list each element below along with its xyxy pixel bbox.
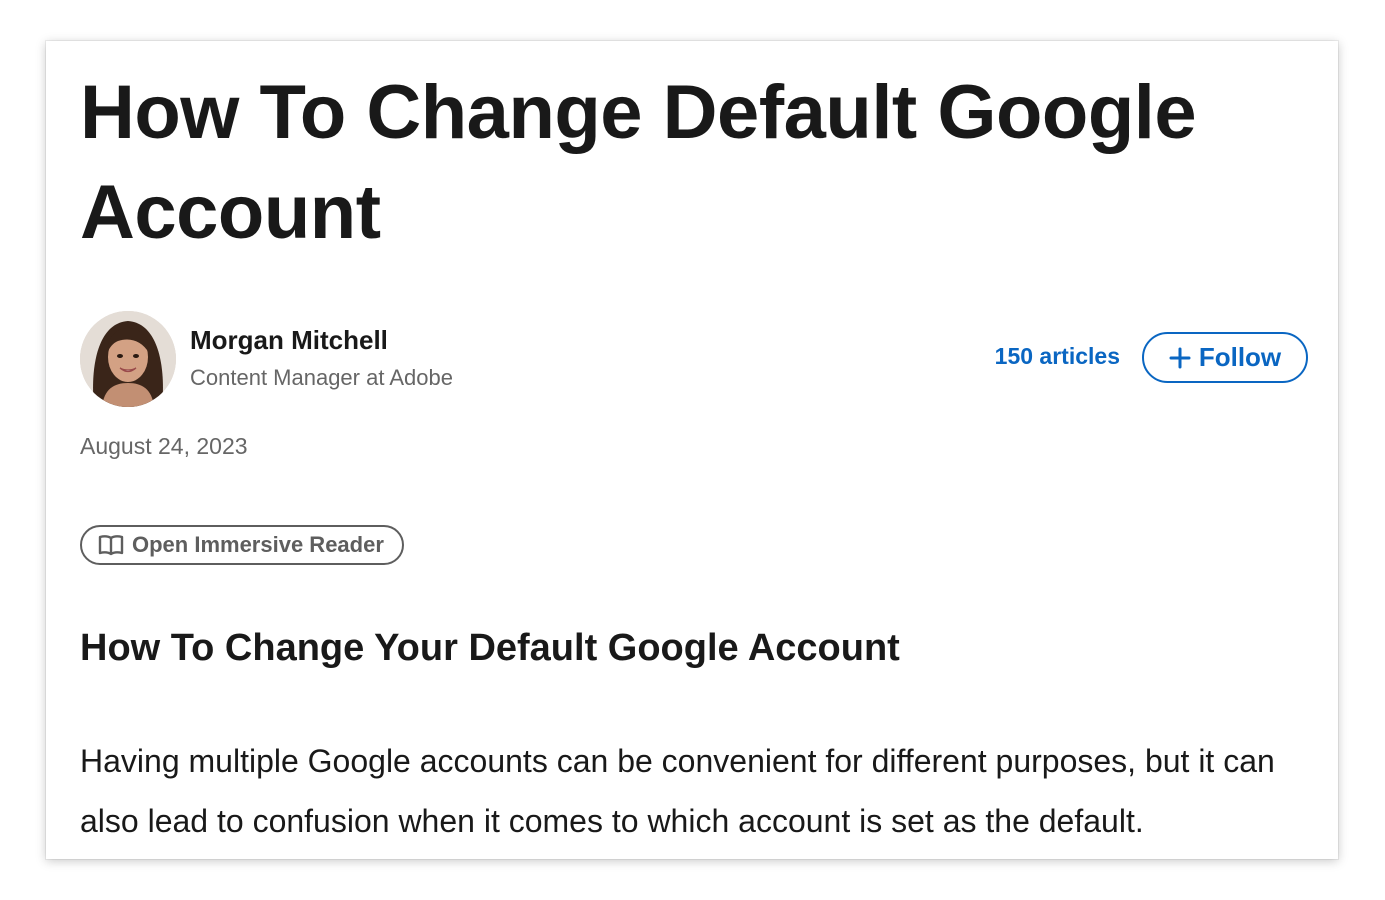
author-row: Morgan Mitchell Content Manager at Adobe… xyxy=(80,311,1308,407)
book-icon xyxy=(98,534,124,556)
immersive-reader-button[interactable]: Open Immersive Reader xyxy=(80,525,404,565)
article-title: How To Change Default Google Account xyxy=(80,70,1197,255)
article-subheading: How To Change Your Default Google Accoun… xyxy=(80,627,900,669)
follow-button[interactable]: Follow xyxy=(1142,332,1308,383)
author-role: Content Manager at Adobe xyxy=(190,365,453,390)
follow-label: Follow xyxy=(1198,342,1282,372)
immersive-reader-label: Open Immersive Reader xyxy=(132,532,384,557)
avatar-photo xyxy=(80,311,176,407)
article-body-paragraph: Having multiple Google accounts can be c… xyxy=(80,743,1275,839)
author-avatar[interactable] xyxy=(80,311,176,407)
plus-icon xyxy=(1169,347,1191,369)
article-card: How To Change Default Google Account Mor… xyxy=(46,41,1338,859)
articles-count-link[interactable]: 150 articles xyxy=(995,343,1120,370)
publish-date: August 24, 2023 xyxy=(80,433,248,459)
author-name[interactable]: Morgan Mitchell xyxy=(190,325,388,356)
